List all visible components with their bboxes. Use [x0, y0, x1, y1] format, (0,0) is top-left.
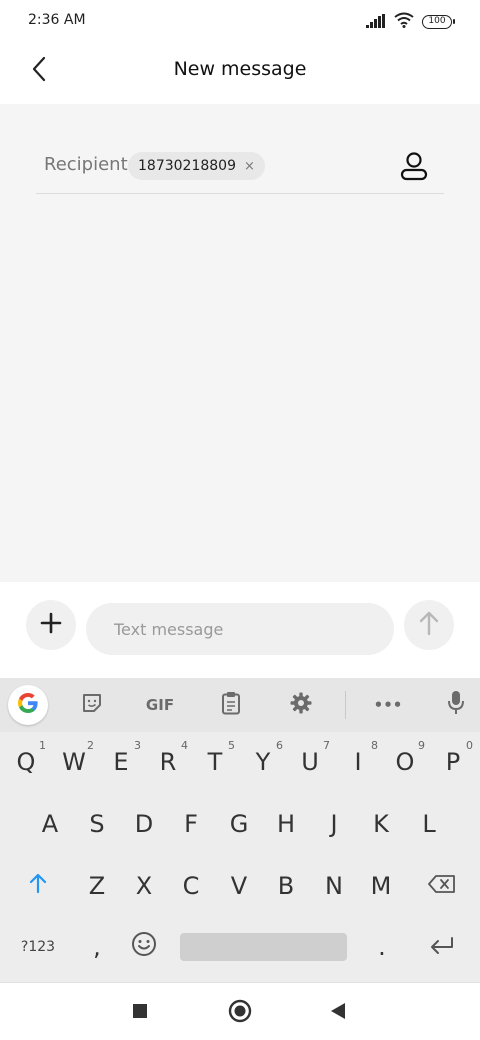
- more-icon: •••: [373, 696, 403, 714]
- triangle-back-icon: [330, 1002, 346, 1024]
- backspace-key[interactable]: [414, 861, 470, 911]
- recipient-chip-value: 18730218809: [138, 158, 236, 174]
- home-button[interactable]: [224, 997, 256, 1029]
- arrow-up-icon: [418, 610, 440, 640]
- key-m[interactable]: M: [357, 861, 405, 911]
- recipient-row: Recipient: 18730218809 ×: [36, 144, 444, 194]
- key-j[interactable]: J: [310, 799, 358, 849]
- gif-icon: GIF: [145, 696, 175, 714]
- emoji-icon: [131, 931, 157, 963]
- status-icons: 100: [366, 12, 455, 32]
- key-a[interactable]: A: [26, 799, 74, 849]
- key-e[interactable]: E3: [97, 737, 145, 787]
- message-input[interactable]: [86, 603, 394, 655]
- key-k[interactable]: K: [357, 799, 405, 849]
- signal-icon: [366, 13, 386, 32]
- toolbar-divider: [345, 691, 346, 719]
- recents-button[interactable]: [124, 997, 156, 1029]
- mic-icon: [447, 690, 465, 720]
- key-d[interactable]: D: [120, 799, 168, 849]
- status-bar: 2:36 AM 100: [0, 0, 480, 42]
- person-icon: [400, 151, 428, 185]
- wifi-icon: [394, 12, 414, 32]
- symbols-key[interactable]: ?123: [12, 922, 64, 972]
- key-y[interactable]: Y6: [239, 737, 287, 787]
- comma-key[interactable]: ,: [73, 922, 121, 972]
- back-nav-button[interactable]: [322, 997, 354, 1029]
- period-key[interactable]: .: [358, 922, 406, 972]
- shift-arrow-icon: [28, 872, 48, 900]
- circle-icon: [228, 999, 252, 1027]
- key-n[interactable]: N: [310, 861, 358, 911]
- key-s[interactable]: S: [73, 799, 121, 849]
- clipboard-icon: [221, 691, 241, 719]
- key-o[interactable]: O9: [381, 737, 429, 787]
- enter-icon: [428, 933, 456, 961]
- key-r[interactable]: R4: [144, 737, 192, 787]
- remove-recipient-icon[interactable]: ×: [244, 159, 255, 174]
- key-c[interactable]: C: [167, 861, 215, 911]
- gif-button[interactable]: GIF: [140, 686, 180, 724]
- keyboard: GIF ••• Q1 W2 E3 R4 T5 Y6 U7 I8 O9 P0 A: [0, 678, 480, 982]
- google-button[interactable]: [8, 685, 48, 725]
- contacts-button[interactable]: [396, 150, 432, 186]
- space-key[interactable]: [180, 933, 347, 961]
- key-u[interactable]: U7: [286, 737, 334, 787]
- message-content-area: Recipient: 18730218809 ×: [0, 104, 480, 582]
- key-l[interactable]: L: [405, 799, 453, 849]
- emoji-key[interactable]: [120, 922, 168, 972]
- key-f[interactable]: F: [167, 799, 215, 849]
- key-i[interactable]: I8: [334, 737, 382, 787]
- backspace-icon: [427, 872, 457, 900]
- send-button[interactable]: [404, 600, 454, 650]
- recipient-chip[interactable]: 18730218809 ×: [128, 152, 265, 180]
- key-v[interactable]: V: [215, 861, 263, 911]
- status-time: 2:36 AM: [28, 12, 86, 28]
- key-t[interactable]: T5: [191, 737, 239, 787]
- compose-bar: [0, 582, 480, 678]
- key-p[interactable]: P0: [429, 737, 477, 787]
- key-x[interactable]: X: [120, 861, 168, 911]
- key-g[interactable]: G: [215, 799, 263, 849]
- add-attachment-button[interactable]: [26, 600, 76, 650]
- key-b[interactable]: B: [262, 861, 310, 911]
- plus-icon: [40, 612, 62, 638]
- more-button[interactable]: •••: [368, 686, 408, 724]
- enter-key[interactable]: [414, 922, 470, 972]
- recipient-label: Recipient:: [44, 154, 134, 175]
- page-title: New message: [173, 58, 307, 80]
- battery-icon: 100: [422, 15, 455, 29]
- key-w[interactable]: W2: [50, 737, 98, 787]
- app-header: New message: [0, 42, 480, 104]
- keyboard-toolbar: GIF •••: [0, 678, 480, 732]
- sticker-icon: [81, 692, 103, 718]
- clipboard-button[interactable]: [211, 686, 251, 724]
- shift-key[interactable]: [10, 861, 66, 911]
- square-icon: [132, 1003, 148, 1023]
- google-icon: [16, 691, 40, 719]
- gear-icon: [289, 691, 313, 719]
- key-q[interactable]: Q1: [2, 737, 50, 787]
- voice-input-button[interactable]: [436, 686, 476, 724]
- sticker-button[interactable]: [72, 686, 112, 724]
- key-z[interactable]: Z: [73, 861, 121, 911]
- system-nav-bar: [0, 982, 480, 1040]
- key-h[interactable]: H: [262, 799, 310, 849]
- settings-button[interactable]: [281, 686, 321, 724]
